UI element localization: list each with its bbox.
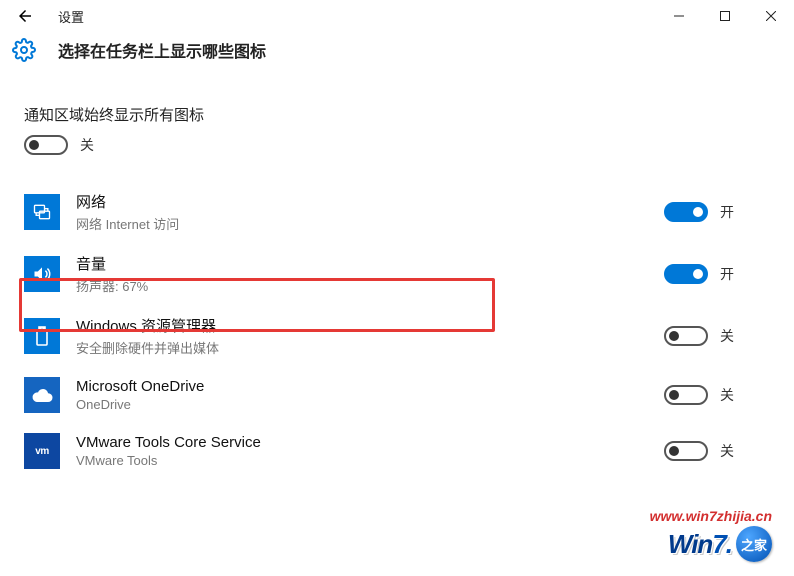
- toggle-state: 关: [720, 441, 734, 461]
- list-item-network: 网络 网络 Internet 访问 开: [24, 181, 754, 243]
- icon-list: 网络 网络 Internet 访问 开 音量 扬声器: 67% 开: [24, 181, 754, 479]
- volume-icon: [24, 256, 60, 292]
- list-item-vmware: vm VMware Tools Core Service VMware Tool…: [24, 423, 754, 479]
- window-title: 设置: [58, 7, 84, 26]
- page-header: 选择在任务栏上显示哪些图标: [0, 38, 794, 62]
- page-title: 选择在任务栏上显示哪些图标: [58, 38, 266, 62]
- logo-text-win: Win: [668, 529, 712, 559]
- item-title: Windows 资源管理器: [76, 315, 664, 336]
- list-item-onedrive: Microsoft OneDrive OneDrive 关: [24, 367, 754, 423]
- content-area: 通知区域始终显示所有图标 关 网络 网络 Internet 访问 开 音量: [0, 104, 794, 479]
- explorer-toggle[interactable]: [664, 326, 708, 346]
- maximize-button[interactable]: [702, 0, 748, 32]
- vmware-toggle[interactable]: [664, 441, 708, 461]
- onedrive-toggle[interactable]: [664, 385, 708, 405]
- item-subtitle: 扬声器: 67%: [76, 276, 664, 295]
- close-icon: [766, 11, 776, 21]
- item-subtitle: VMware Tools: [76, 453, 664, 468]
- back-button[interactable]: [10, 1, 40, 31]
- watermark-logo: Win7. 之家: [650, 526, 772, 562]
- vmware-icon: vm: [24, 433, 60, 469]
- item-title: 音量: [76, 253, 664, 274]
- close-button[interactable]: [748, 0, 794, 32]
- window-controls: [656, 0, 794, 32]
- item-subtitle: 安全删除硬件并弹出媒体: [76, 338, 664, 357]
- toggle-state: 关: [720, 326, 734, 346]
- toggle-state: 开: [720, 202, 734, 222]
- network-toggle[interactable]: [664, 202, 708, 222]
- all-icons-state: 关: [80, 135, 94, 155]
- item-subtitle: OneDrive: [76, 397, 664, 412]
- minimize-icon: [674, 11, 684, 21]
- item-subtitle: 网络 Internet 访问: [76, 214, 664, 233]
- minimize-button[interactable]: [656, 0, 702, 32]
- arrow-left-icon: [16, 7, 34, 25]
- toggle-state: 关: [720, 385, 734, 405]
- maximize-icon: [720, 11, 730, 21]
- network-icon: [24, 194, 60, 230]
- item-title: VMware Tools Core Service: [76, 434, 664, 451]
- toggle-state: 开: [720, 264, 734, 284]
- all-icons-label: 通知区域始终显示所有图标: [24, 104, 754, 125]
- all-icons-toggle[interactable]: [24, 135, 68, 155]
- watermark-url: www.win7zhijia.cn: [650, 508, 772, 524]
- list-item-volume: 音量 扬声器: 67% 开: [24, 243, 754, 305]
- logo-text-7: 7.: [712, 529, 732, 559]
- list-item-explorer: Windows 资源管理器 安全删除硬件并弹出媒体 关: [24, 305, 754, 367]
- settings-gear-icon: [12, 38, 36, 62]
- volume-toggle[interactable]: [664, 264, 708, 284]
- onedrive-icon: [24, 377, 60, 413]
- item-title: Microsoft OneDrive: [76, 378, 664, 395]
- usb-icon: [24, 318, 60, 354]
- logo-badge: 之家: [736, 526, 772, 562]
- watermark: www.win7zhijia.cn Win7. 之家: [650, 508, 772, 562]
- item-title: 网络: [76, 191, 664, 212]
